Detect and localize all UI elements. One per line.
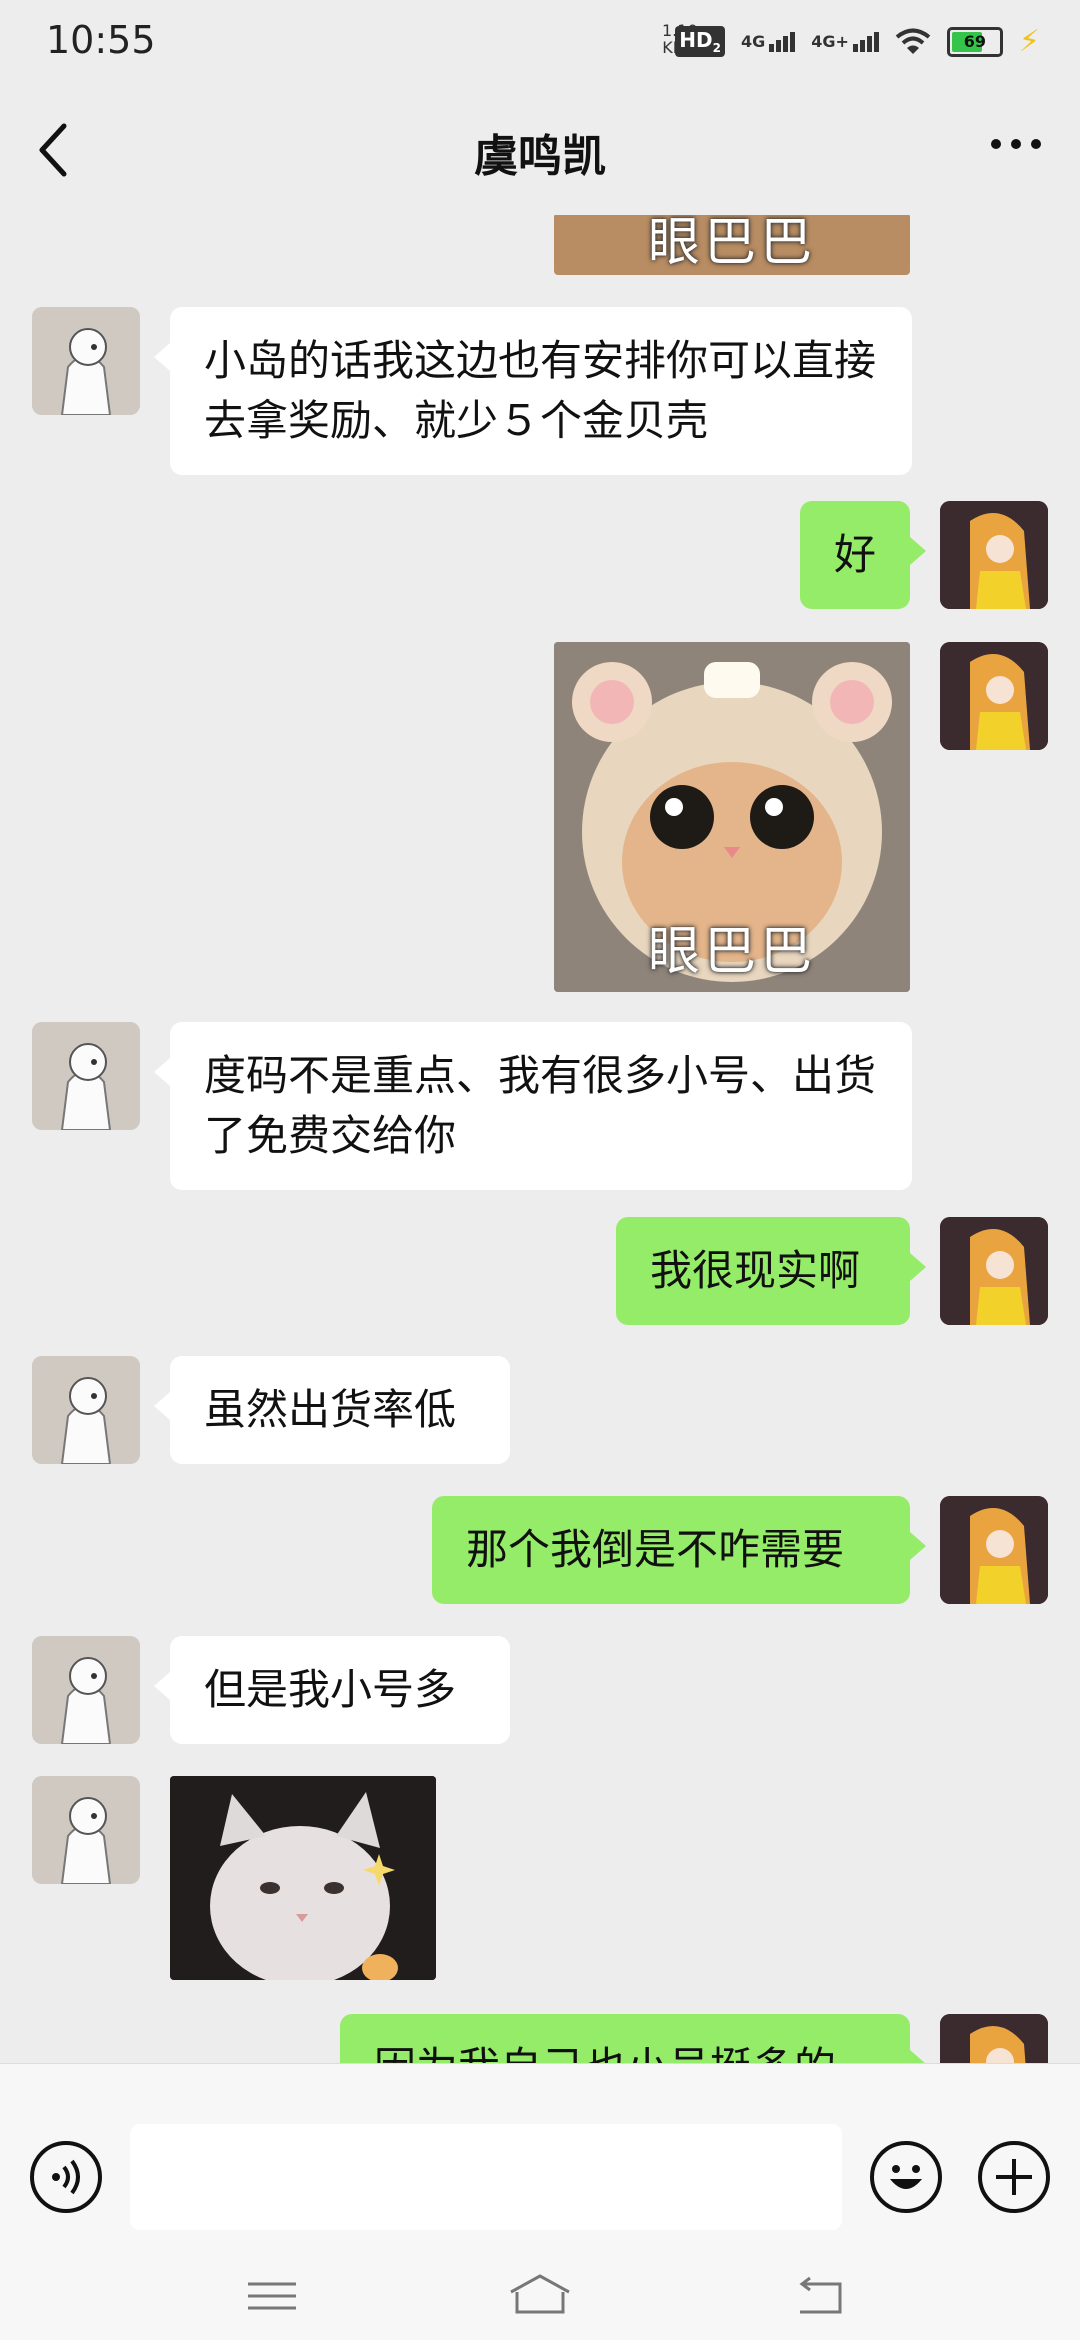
signal-2-label: 4G+ (811, 31, 849, 51)
emoji-icon (890, 2165, 922, 2189)
contact-avatar[interactable] (32, 1776, 140, 1884)
hd-icon: HD2 (675, 26, 725, 57)
message-list[interactable]: 眼巴巴 小岛的话我这边也有安排你可以直接去拿奖励、就少５个金贝壳 好 眼巴巴 度… (0, 215, 1080, 2063)
incoming-message[interactable]: 虽然出货率低 (154, 1356, 510, 1464)
person-icon (32, 1776, 140, 1884)
status-bar: 10:55 1.10 KB/s HD2 4G 4G+ 69 ⚡ (0, 0, 1080, 80)
message-input[interactable] (130, 2124, 842, 2230)
my-avatar[interactable] (940, 642, 1048, 750)
person-icon (32, 1356, 140, 1464)
wifi-icon (895, 28, 931, 54)
voice-icon (52, 2159, 80, 2195)
sticker-message[interactable] (170, 1776, 436, 1980)
outgoing-message[interactable]: 因为我自己也小号挺多的 (340, 2014, 926, 2063)
my-avatar[interactable] (940, 1217, 1048, 1325)
back-icon[interactable] (790, 2270, 850, 2320)
kitten-sticker-image (170, 1776, 436, 1980)
status-icons: HD2 4G 4G+ 69 ⚡ (675, 24, 1040, 59)
contact-avatar[interactable] (32, 1022, 140, 1130)
person-icon (32, 307, 140, 415)
outgoing-message[interactable]: 好 (800, 501, 926, 609)
incoming-message[interactable]: 度码不是重点、我有很多小号、出货了免费交给你 (154, 1022, 912, 1190)
outgoing-message[interactable]: 我很现实啊 (616, 1217, 926, 1325)
message-text: 我很现实啊 (650, 1246, 861, 1295)
my-avatar[interactable] (940, 1496, 1048, 1604)
message-text: 小岛的话我这边也有安排你可以直接去拿奖励、就少５个金贝壳 (204, 336, 877, 445)
battery-icon: 69 (946, 26, 1003, 57)
message-text: 但是我小号多 (204, 1665, 457, 1714)
emoji-button[interactable] (870, 2141, 942, 2213)
voice-button[interactable] (30, 2141, 102, 2213)
message-text: 那个我倒是不咋需要 (466, 1525, 845, 1574)
system-nav-bar (0, 2274, 1080, 2340)
hd-label: HD (679, 28, 713, 52)
message-text: 度码不是重点、我有很多小号、出货了免费交给你 (204, 1051, 877, 1160)
incoming-message[interactable]: 小岛的话我这边也有安排你可以直接去拿奖励、就少５个金贝壳 (154, 307, 912, 475)
battery-percent: 69 (963, 31, 987, 51)
chat-title: 虞鸣凯 (474, 131, 606, 182)
my-avatar[interactable] (940, 501, 1048, 609)
incoming-message[interactable]: 但是我小号多 (154, 1636, 510, 1744)
contact-avatar[interactable] (32, 1356, 140, 1464)
more-actions-button[interactable] (978, 2141, 1050, 2213)
charging-icon: ⚡ (1018, 24, 1040, 59)
home-icon[interactable] (505, 2270, 575, 2320)
chat-header: 虞鸣凯 (0, 80, 1080, 215)
signal-icon-1: 4G (740, 31, 796, 52)
more-icon[interactable] (986, 124, 1046, 164)
signal-icon-2: 4G+ (811, 31, 879, 52)
anime-avatar-icon (940, 501, 1048, 609)
sticker-caption: 眼巴巴 (647, 922, 816, 982)
sticker-caption: 眼巴巴 (647, 215, 816, 273)
outgoing-message[interactable]: 那个我倒是不咋需要 (432, 1496, 926, 1604)
message-text: 虽然出货率低 (204, 1385, 457, 1434)
anime-avatar-icon (940, 642, 1048, 750)
input-bar (0, 2063, 1080, 2279)
plus-icon (996, 2159, 1032, 2195)
sticker-message[interactable]: 眼巴巴 (554, 642, 910, 992)
person-icon (32, 1022, 140, 1130)
contact-avatar[interactable] (32, 1636, 140, 1744)
my-avatar[interactable] (940, 2014, 1048, 2063)
anime-avatar-icon (940, 1496, 1048, 1604)
sticker-message[interactable]: 眼巴巴 (554, 215, 910, 275)
signal-1-label: 4G (740, 31, 766, 51)
hd-sub: 2 (712, 41, 721, 55)
message-text: 因为我自己也小号挺多的 (374, 2043, 836, 2063)
menu-icon[interactable] (242, 2270, 302, 2320)
status-time: 10:55 (46, 18, 156, 62)
anime-avatar-icon (940, 2014, 1048, 2063)
contact-avatar[interactable] (32, 307, 140, 415)
message-text: 好 (834, 530, 877, 579)
anime-avatar-icon (940, 1217, 1048, 1325)
person-icon (32, 1636, 140, 1744)
